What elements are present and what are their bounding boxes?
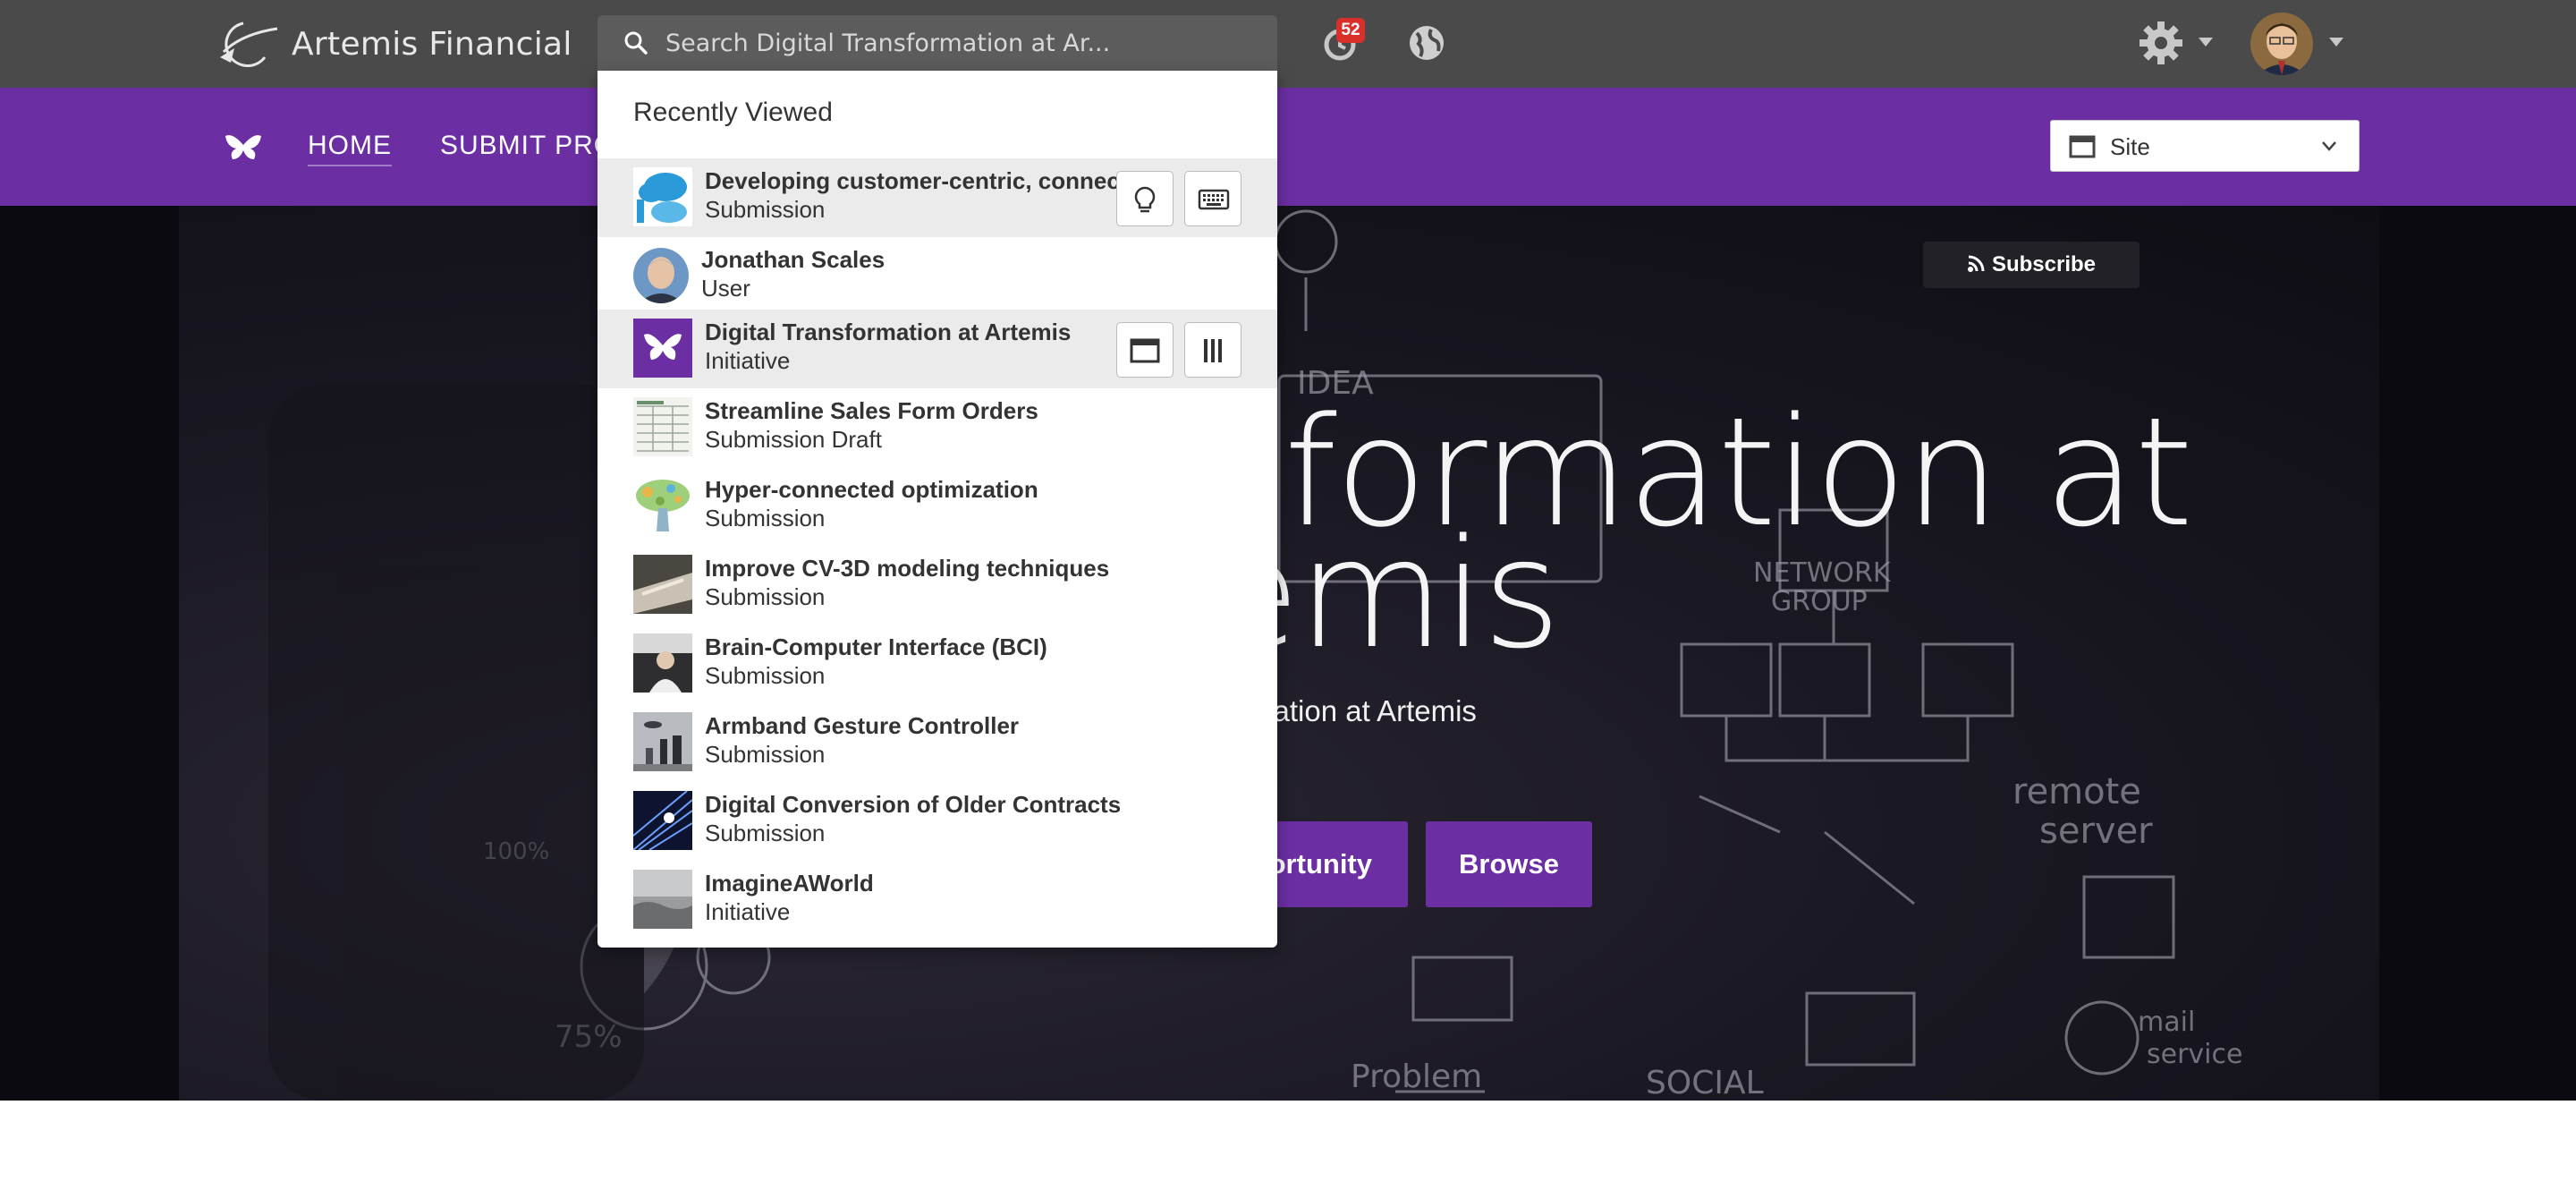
recent-item[interactable]: Hyper-connected optimization Submission	[597, 467, 1277, 546]
recent-item-name: Developing customer-centric, connected	[705, 167, 1155, 194]
svg-text:Problem: Problem	[1351, 1058, 1482, 1095]
recent-item-name: Digital Transformation at Artemis	[705, 319, 1072, 345]
tree-thumbnail	[633, 476, 692, 535]
butterfly-icon	[633, 319, 692, 378]
brand[interactable]: Artemis Financial	[215, 16, 572, 72]
recent-item[interactable]: Digital Transformation at Artemis Initia…	[597, 310, 1277, 388]
recent-item-type: Submission	[705, 662, 826, 689]
recent-item[interactable]: Brain-Computer Interface (BCI) Submissio…	[597, 625, 1277, 703]
user-avatar[interactable]	[2250, 13, 2313, 75]
svg-text:SOCIAL: SOCIAL	[1646, 1065, 1764, 1101]
artemis-logo-icon	[220, 21, 278, 67]
hero-banner: NETWORK GROUP remote server Problem SOCI…	[0, 206, 2576, 1101]
top-bar: Artemis Financial 52	[0, 0, 2576, 88]
recently-viewed-heading: Recently Viewed	[633, 98, 833, 127]
settings-caret-icon[interactable]	[2197, 36, 2215, 48]
brand-name: Artemis Financial	[292, 25, 572, 63]
recent-item-name: Improve CV-3D modeling techniques	[705, 555, 1110, 582]
hero-subtitle: mation at Artemis	[1249, 694, 1477, 727]
search-icon	[624, 31, 648, 55]
chevron-down-icon	[2322, 141, 2336, 151]
window-icon	[1130, 338, 1160, 363]
butterfly-logo-icon[interactable]	[224, 132, 263, 163]
svg-text:service: service	[2147, 1039, 2242, 1070]
recent-item-name: ImagineAWorld	[705, 870, 874, 897]
browse-button[interactable]: Browse	[1426, 821, 1592, 907]
form-thumbnail	[633, 397, 692, 456]
recent-item[interactable]: Digital Conversion of Older Contracts Su…	[597, 782, 1277, 861]
recent-item-type: Submission	[705, 820, 826, 846]
nav-home[interactable]: HOME	[308, 131, 392, 166]
lightbulb-button[interactable]	[1116, 171, 1174, 226]
recent-item[interactable]: Jonathan Scales User	[597, 237, 1277, 316]
recent-item[interactable]: ImagineAWorld Initiative	[597, 861, 1277, 939]
settings-gear-icon[interactable]	[2136, 18, 2186, 68]
search-input[interactable]	[665, 22, 1256, 64]
recent-item-type: Submission Draft	[705, 426, 882, 453]
recent-item-name: Digital Conversion of Older Contracts	[705, 791, 1122, 818]
nav-submit-program[interactable]: SUBMIT PRO	[440, 131, 615, 161]
recent-item-type: Initiative	[705, 898, 791, 925]
site-selector[interactable]: Site	[2050, 120, 2360, 172]
recent-item-type: Submission	[705, 741, 826, 768]
search-dropdown: Recently Viewed Developing customer-cent…	[597, 71, 1277, 948]
recent-item-type: Submission	[705, 505, 826, 531]
columns-icon	[1204, 339, 1222, 362]
photo-thumbnail	[633, 712, 692, 771]
recent-item[interactable]: Developing customer-centric, connected S…	[597, 158, 1277, 237]
recent-item-type: Submission	[705, 583, 826, 610]
globe-icon[interactable]	[1406, 22, 1447, 64]
user-menu-caret-icon[interactable]	[2327, 36, 2345, 48]
keyboard-button[interactable]	[1184, 171, 1241, 226]
lightbulb-icon	[1134, 186, 1156, 213]
recent-item-name: Armband Gesture Controller	[705, 712, 1020, 739]
sea-thumbnail	[633, 870, 692, 929]
rss-icon	[1967, 255, 1985, 272]
recent-item-name: Streamline Sales Form Orders	[705, 397, 1038, 424]
svg-text:NETWORK: NETWORK	[1753, 557, 1892, 589]
columns-button[interactable]	[1184, 322, 1241, 378]
lights-thumbnail	[633, 791, 692, 850]
open-window-button[interactable]	[1116, 322, 1174, 378]
recent-item-type: Submission	[705, 196, 826, 223]
site-selector-value: Site	[2110, 133, 2150, 160]
keyboard-icon	[1198, 189, 1230, 210]
recent-item-type: Initiative	[705, 347, 791, 374]
subscribe-button[interactable]: Subscribe	[1923, 242, 2140, 288]
recent-item[interactable]: Streamline Sales Form Orders Submission …	[597, 388, 1277, 467]
svg-text:server: server	[2039, 811, 2153, 852]
svg-text:GROUP: GROUP	[1771, 586, 1868, 617]
subscribe-label: Subscribe	[1991, 252, 2097, 276]
recent-item-name: Hyper-connected optimization	[705, 476, 1038, 503]
user-photo	[633, 248, 689, 303]
svg-text:mail: mail	[2138, 1007, 2195, 1038]
window-icon	[2069, 135, 2096, 158]
svg-text:remote: remote	[2012, 771, 2141, 812]
recent-item[interactable]: Improve CV-3D modeling techniques Submis…	[597, 546, 1277, 625]
recent-item-type: User	[701, 275, 750, 302]
search-box[interactable]	[597, 15, 1277, 71]
photo-thumbnail	[633, 555, 692, 614]
cloud-icon	[633, 167, 692, 226]
notifications-badge: 52	[1336, 18, 1365, 43]
photo-thumbnail	[633, 633, 692, 693]
recent-item-name: Jonathan Scales	[701, 246, 886, 273]
recent-item-name: Brain-Computer Interface (BCI)	[705, 633, 1047, 660]
recent-item[interactable]: Armband Gesture Controller Submission	[597, 703, 1277, 782]
